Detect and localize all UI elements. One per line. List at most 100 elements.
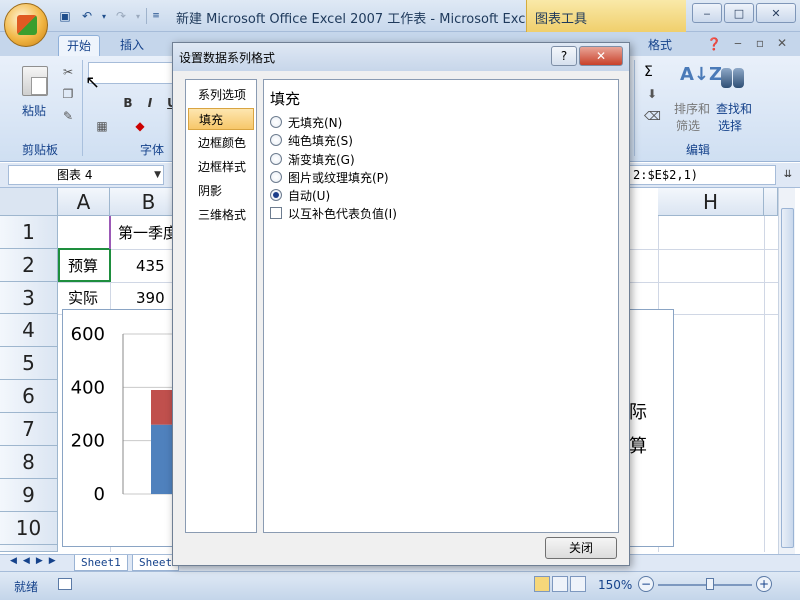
tab-home[interactable]: 开始 bbox=[58, 35, 101, 56]
cut-icon[interactable]: ✂ bbox=[60, 64, 76, 80]
close-window-button[interactable]: ✕ bbox=[756, 3, 796, 23]
nav-border-color[interactable]: 边框颜色 bbox=[188, 132, 254, 154]
checkbox-invert-negative[interactable] bbox=[270, 207, 282, 219]
option-solid-fill[interactable]: 纯色填充(S) bbox=[270, 132, 353, 148]
save-icon[interactable]: ▣ bbox=[56, 7, 74, 25]
column-header-h[interactable]: H bbox=[658, 188, 764, 216]
find-binoculars-icon[interactable] bbox=[720, 64, 746, 92]
row-header-2[interactable]: 2 bbox=[0, 249, 58, 282]
nav-shadow[interactable]: 阴影 bbox=[188, 180, 254, 202]
undo-icon[interactable]: ↶ bbox=[78, 7, 96, 25]
sort-filter-label-2[interactable]: 筛选 bbox=[676, 117, 700, 134]
vertical-scroll-thumb[interactable] bbox=[781, 208, 794, 548]
ribbon-close-icon[interactable]: ✕ bbox=[774, 35, 790, 51]
office-button[interactable] bbox=[4, 3, 48, 47]
row-header-1[interactable]: 1 bbox=[0, 216, 58, 249]
name-box[interactable]: 图表 4 ▼ bbox=[8, 165, 164, 185]
grid-line bbox=[764, 216, 765, 552]
row-header-5[interactable]: 5 bbox=[0, 347, 58, 380]
cell-b1[interactable]: 第一季度 bbox=[118, 217, 178, 249]
ribbon-minimize-icon[interactable]: ‒ bbox=[730, 35, 746, 51]
dialog-help-button[interactable]: ? bbox=[551, 46, 577, 66]
fill-color-icon[interactable]: ◆ bbox=[132, 118, 148, 134]
paste-label[interactable]: 粘贴 bbox=[22, 102, 46, 119]
zoom-slider-track[interactable] bbox=[658, 584, 752, 586]
dialog-close-x-button[interactable]: ✕ bbox=[579, 46, 623, 66]
row-header-4[interactable]: 4 bbox=[0, 314, 58, 347]
status-ready: 就绪 bbox=[14, 580, 39, 594]
row-header-8[interactable]: 8 bbox=[0, 446, 58, 479]
name-box-dropdown-icon[interactable]: ▼ bbox=[154, 166, 161, 184]
nav-series-options[interactable]: 系列选项 bbox=[188, 84, 254, 106]
clear-icon[interactable]: ⌫ bbox=[644, 108, 661, 124]
format-data-series-dialog: 设置数据系列格式 ? ✕ 系列选项 填充 边框颜色 边框样式 阴影 三维格式 填… bbox=[172, 42, 630, 566]
minimize-button[interactable]: ‒ bbox=[692, 3, 722, 23]
find-select-label-2[interactable]: 选择 bbox=[718, 117, 742, 134]
paste-icon[interactable] bbox=[22, 66, 48, 96]
radio-picture-fill[interactable] bbox=[270, 171, 282, 183]
sort-filter-label-1[interactable]: 排序和 bbox=[674, 100, 710, 117]
row-header-10[interactable]: 10 bbox=[0, 512, 58, 545]
format-painter-icon[interactable]: ✎ bbox=[60, 108, 76, 124]
redo-dropdown-icon[interactable]: ▾ bbox=[134, 7, 142, 25]
zoom-slider-thumb[interactable] bbox=[706, 578, 714, 590]
autosum-icon[interactable]: Σ bbox=[644, 64, 653, 80]
macro-record-icon[interactable] bbox=[58, 578, 72, 590]
page-layout-view-button[interactable] bbox=[552, 576, 568, 592]
y-tick-label: 0 bbox=[94, 484, 105, 505]
ribbon-restore-icon[interactable]: ▫ bbox=[752, 35, 768, 51]
row-header-3[interactable]: 3 bbox=[0, 282, 58, 314]
option-automatic[interactable]: 自动(U) bbox=[270, 187, 330, 203]
tab-format[interactable]: 格式 bbox=[640, 35, 680, 56]
nav-border-style[interactable]: 边框样式 bbox=[188, 156, 254, 178]
font-name-box[interactable] bbox=[88, 62, 178, 84]
formula-bar-expand-icon[interactable]: ⇊ bbox=[780, 166, 796, 184]
page-break-view-button[interactable] bbox=[570, 576, 586, 592]
help-icon[interactable]: ❓ bbox=[706, 36, 722, 52]
undo-dropdown-icon[interactable]: ▾ bbox=[100, 7, 108, 25]
zoom-out-icon[interactable]: − bbox=[638, 576, 654, 592]
italic-button[interactable]: I bbox=[140, 94, 160, 112]
dialog-close-button[interactable]: 关闭 bbox=[545, 537, 617, 559]
qat-separator bbox=[146, 8, 147, 24]
row-header-7[interactable]: 7 bbox=[0, 413, 58, 446]
fill-icon[interactable]: ⬇ bbox=[644, 86, 660, 102]
sort-filter-icon[interactable]: A↓Z bbox=[680, 64, 722, 94]
column-header-a[interactable]: A bbox=[58, 188, 110, 216]
row-header-6[interactable]: 6 bbox=[0, 380, 58, 413]
column-header-partial[interactable] bbox=[764, 188, 778, 216]
customize-qat-icon[interactable]: ≡ bbox=[151, 7, 161, 25]
bold-button[interactable]: B bbox=[118, 94, 138, 112]
vertical-scrollbar[interactable] bbox=[778, 188, 795, 554]
radio-solid-fill[interactable] bbox=[270, 134, 282, 146]
restore-button[interactable]: □ bbox=[724, 3, 754, 23]
nav-fill[interactable]: 填充 bbox=[188, 108, 254, 130]
tab-insert[interactable]: 插入 bbox=[112, 35, 152, 56]
redo-icon[interactable]: ↷ bbox=[112, 7, 130, 25]
radio-no-fill[interactable] bbox=[270, 116, 282, 128]
cell-b2[interactable]: 435 bbox=[136, 250, 165, 282]
nav-3d-format[interactable]: 三维格式 bbox=[188, 204, 254, 226]
radio-automatic[interactable] bbox=[270, 189, 282, 201]
label-gradient-fill: 渐变填充(G) bbox=[288, 152, 355, 167]
normal-view-button[interactable] bbox=[534, 576, 550, 592]
radio-gradient-fill[interactable] bbox=[270, 153, 282, 165]
quick-access-toolbar: ▣ ↶ ▾ ↷ ▾ ≡ bbox=[56, 6, 161, 26]
zoom-level[interactable]: 150% bbox=[598, 578, 632, 592]
option-invert-negative[interactable]: 以互补色代表负值(I) bbox=[270, 205, 397, 221]
sheet-nav-arrows-icon[interactable]: ◀◀▶▶ bbox=[10, 556, 62, 566]
series-name-highlight bbox=[58, 248, 111, 282]
select-all-corner[interactable] bbox=[0, 188, 58, 216]
option-no-fill[interactable]: 无填充(N) bbox=[270, 114, 342, 130]
option-picture-fill[interactable]: 图片或纹理填充(P) bbox=[270, 169, 389, 185]
label-automatic: 自动(U) bbox=[288, 188, 331, 203]
zoom-in-icon[interactable]: + bbox=[756, 576, 772, 592]
row-header-partial[interactable] bbox=[0, 545, 58, 552]
sheet-tab-1[interactable]: Sheet1 bbox=[74, 555, 128, 571]
row-header-9[interactable]: 9 bbox=[0, 479, 58, 512]
border-icon[interactable]: ▦ bbox=[94, 118, 110, 134]
dialog-title-bar[interactable]: 设置数据系列格式 ? ✕ bbox=[173, 43, 629, 71]
option-gradient-fill[interactable]: 渐变填充(G) bbox=[270, 151, 355, 167]
copy-icon[interactable]: ❐ bbox=[60, 86, 76, 102]
find-select-label-1[interactable]: 查找和 bbox=[716, 100, 752, 117]
